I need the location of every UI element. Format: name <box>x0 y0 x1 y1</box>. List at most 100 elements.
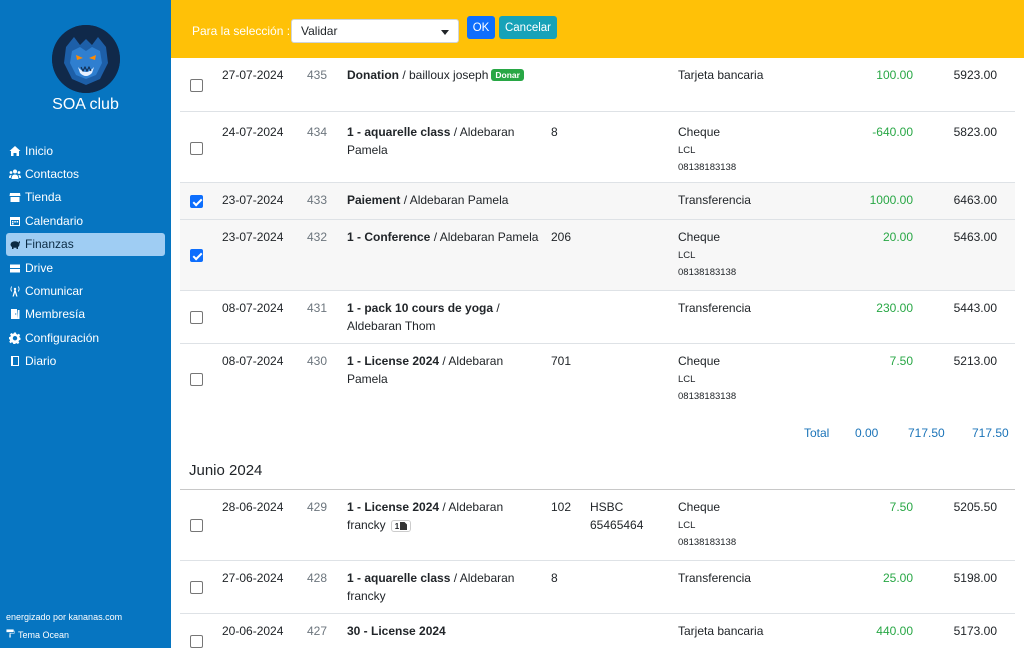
row-title: 30 - License 2024 <box>347 624 446 638</box>
row-balance: 5463.00 <box>953 230 997 244</box>
selection-label: Para la selección : <box>192 24 291 38</box>
drive-icon <box>9 262 21 274</box>
row-checkbox[interactable] <box>190 519 203 532</box>
selection-action-select[interactable]: Validar <box>291 19 459 43</box>
sidebar-item-calendario[interactable]: Calendario <box>6 209 165 232</box>
row-amount: 7.50 <box>889 354 913 368</box>
table-row[interactable]: 08-07-2024 430 1 - License 2024 / Aldeba… <box>180 344 1015 415</box>
gear-icon <box>9 332 21 344</box>
row-description[interactable]: 1 - aquarelle class / Aldebaran francky <box>347 570 539 605</box>
row-checkbox-checked[interactable] <box>190 249 203 262</box>
users-icon <box>9 168 21 180</box>
row-payment: Cheque LCL 08138183138 <box>678 499 768 552</box>
sidebar-nav: Inicio Contactos Tienda Calendario Finan… <box>6 139 165 373</box>
sidebar-item-comunicar[interactable]: Comunicar <box>6 279 165 302</box>
table-row[interactable]: 24-07-2024 434 1 - aquarelle class / Ald… <box>180 112 1015 183</box>
row-balance: 5173.00 <box>953 624 997 638</box>
club-logo <box>52 25 120 93</box>
row-amount: 100.00 <box>876 68 913 82</box>
table-row[interactable]: 08-07-2024 431 1 - pack 10 cours de yoga… <box>180 291 1015 344</box>
payment-bank: LCL <box>678 144 696 156</box>
sidebar-item-drive[interactable]: Drive <box>6 256 165 279</box>
sidebar-item-label: Contactos <box>25 167 80 182</box>
sidebar-item-configuracion[interactable]: Configuración <box>6 326 165 349</box>
row-amount: -640.00 <box>872 125 913 139</box>
row-person: / Aldebaran Pamela <box>400 193 509 207</box>
row-description[interactable]: Paiement / Aldebaran Pamela <box>347 192 547 210</box>
row-amount: 1000.00 <box>869 193 913 207</box>
table-row[interactable]: 27-07-2024 435 Donation / bailloux josep… <box>180 58 1015 112</box>
payment-reference: 08138183138 <box>678 162 737 173</box>
file-icon <box>400 522 408 531</box>
sidebar-item-label: Membresía <box>25 307 86 322</box>
payment-method: Transferencia <box>678 301 751 315</box>
payment-method: Cheque <box>678 125 721 139</box>
sidebar-item-membresia[interactable]: Membresía <box>6 303 165 326</box>
row-quantity: 701 <box>551 354 572 368</box>
row-number: 431 <box>307 301 328 315</box>
row-checkbox[interactable] <box>190 581 203 594</box>
row-number: 430 <box>307 354 328 368</box>
table-row[interactable]: 20-06-2024 427 30 - License 2024 Tarjeta… <box>180 614 1015 648</box>
theme-label: Tema Ocean <box>18 629 70 640</box>
sidebar-item-inicio[interactable]: Inicio <box>6 139 165 162</box>
sidebar-item-label: Diario <box>25 354 57 369</box>
row-payment: Transferencia <box>678 192 768 210</box>
row-title: Paiement <box>347 193 401 207</box>
row-checkbox[interactable] <box>190 373 203 386</box>
sidebar-item-diario[interactable]: Diario <box>6 350 165 373</box>
row-balance: 5443.00 <box>953 301 997 315</box>
table-row[interactable]: 23-07-2024 433 Paiement / Aldebaran Pame… <box>180 183 1015 220</box>
row-amount: 230.00 <box>876 301 913 315</box>
payment-reference: 08138183138 <box>678 537 737 548</box>
row-description[interactable]: 1 - License 2024 / Aldebaran Pamela <box>347 353 539 388</box>
row-quantity: 206 <box>551 230 572 244</box>
row-date: 23-07-2024 <box>222 193 284 207</box>
row-checkbox[interactable] <box>190 311 203 324</box>
month-totals: Total 0.00 717.50 717.50 <box>171 426 1024 446</box>
table-row[interactable]: 23-07-2024 432 1 - Conference / Aldebara… <box>180 220 1015 291</box>
sidebar-item-label: Tienda <box>25 190 62 205</box>
table-row[interactable]: 27-06-2024 428 1 - aquarelle class / Ald… <box>180 561 1015 614</box>
attachment-badge[interactable]: 1 <box>390 520 412 533</box>
payment-method: Tarjeta bancaria <box>678 624 764 638</box>
row-quantity: 102 <box>551 500 572 514</box>
row-title: Donation <box>347 68 399 82</box>
row-balance: 5213.00 <box>953 354 997 368</box>
door-icon <box>9 308 21 320</box>
sidebar-item-finanzas[interactable]: Finanzas <box>6 232 165 256</box>
row-date: 24-07-2024 <box>222 125 284 139</box>
row-description[interactable]: 1 - Conference / Aldebaran Pamela <box>347 229 539 247</box>
row-payment: Tarjeta bancaria <box>678 67 768 85</box>
row-description[interactable]: 1 - aquarelle class / Aldebaran Pamela <box>347 124 539 159</box>
sidebar-item-tienda[interactable]: Tienda <box>6 186 165 209</box>
row-description[interactable]: 1 - pack 10 cours de yoga / Aldebaran Th… <box>347 300 539 335</box>
row-payment: Cheque LCL 08138183138 <box>678 229 768 282</box>
sidebar: SOA club Inicio Contactos Tienda Calenda… <box>0 0 171 648</box>
table-row[interactable]: 28-06-2024 429 1 - License 2024 / Aldeba… <box>180 490 1015 561</box>
row-number: 435 <box>307 68 328 82</box>
row-checkbox[interactable] <box>190 79 203 92</box>
row-description[interactable]: Donation / bailloux joseph Donar <box>347 67 539 85</box>
row-checkbox[interactable] <box>190 142 203 155</box>
payment-bank: LCL <box>678 519 696 531</box>
ok-button[interactable]: OK <box>467 16 495 39</box>
row-checkbox[interactable] <box>190 635 203 648</box>
row-person: / bailloux joseph <box>399 68 489 82</box>
powered-by-link[interactable]: energizado por kananas.com <box>6 612 122 622</box>
row-title: 1 - License 2024 <box>347 500 440 514</box>
row-description[interactable]: 30 - License 2024 <box>347 623 539 641</box>
sidebar-item-contactos[interactable]: Contactos <box>6 162 165 185</box>
club-name: SOA club <box>52 96 119 113</box>
payment-reference: 08138183138 <box>678 267 737 278</box>
row-amount: 20.00 <box>882 230 913 244</box>
row-description[interactable]: 1 - License 2024 / Aldebaran francky 1 <box>347 499 539 534</box>
cancel-button[interactable]: Cancelar <box>499 16 557 39</box>
sidebar-item-label: Finanzas <box>25 237 74 252</box>
transactions-list: 27-07-2024 435 Donation / bailloux josep… <box>171 58 1024 648</box>
row-amount: 440.00 <box>876 624 913 638</box>
row-checkbox-checked[interactable] <box>190 195 203 208</box>
theme-link[interactable]: Tema Ocean <box>6 629 69 640</box>
row-title: 1 - aquarelle class <box>347 571 451 585</box>
row-date: 27-07-2024 <box>222 68 284 82</box>
